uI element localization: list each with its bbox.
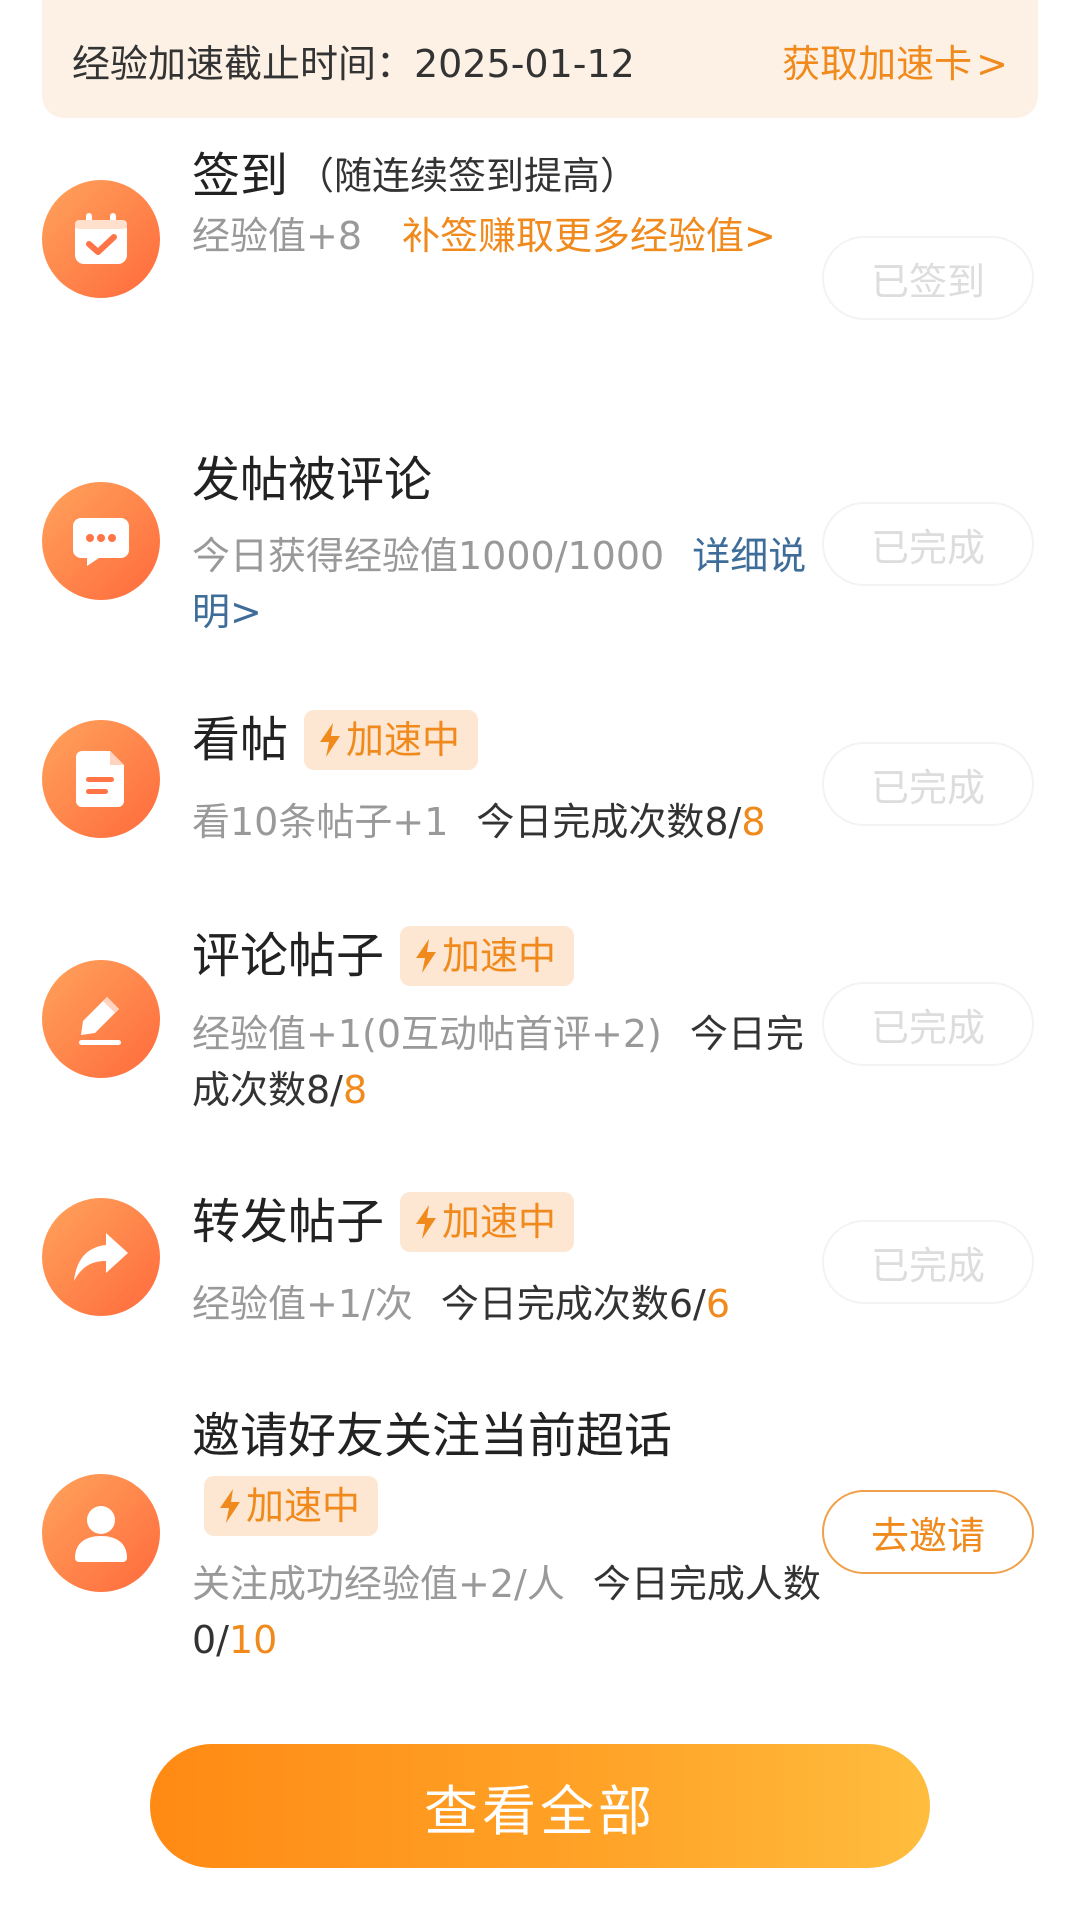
post-commented-done-button[interactable]: 已完成 — [822, 502, 1034, 586]
task-invite-friends-desc: 关注成功经验值+2/人 今日完成人数0/10 — [192, 1556, 822, 1668]
task-comment-posts-desc: 经验值+1(0互动帖首评+2) 今日完成次数8/8 — [192, 1006, 822, 1118]
task-share-posts-value: 经验值+1/次 — [192, 1282, 413, 1326]
boosting-badge-label: 加速中 — [346, 718, 461, 762]
lightning-icon — [320, 723, 341, 757]
task-share-posts-count-total: 6 — [705, 1282, 730, 1326]
boosting-badge: 加速中 — [304, 710, 479, 770]
boosting-badge-label: 加速中 — [442, 934, 557, 978]
boost-deadline-text: 经验加速截止时间：2025-01-12 — [72, 42, 635, 86]
task-invite-friends-badge-row: 加速中 — [190, 1476, 379, 1536]
task-view-posts-title: 看帖 — [192, 712, 289, 768]
share-arrow-icon — [42, 1198, 160, 1316]
task-invite-friends-title-row: 邀请好友关注当前超话 — [192, 1406, 672, 1466]
task-share-posts-desc: 经验值+1/次 今日完成次数6/6 — [192, 1276, 822, 1332]
task-view-posts-value: 看10条帖子+1 — [192, 800, 449, 844]
task-post-commented-title-row: 发帖被评论 — [192, 450, 432, 510]
lightning-icon — [416, 939, 437, 973]
calendar-check-icon — [42, 180, 160, 298]
task-checkin-title-sub: （随连续签到提高） — [296, 154, 639, 198]
boosting-badge: 加速中 — [204, 1476, 379, 1536]
document-icon — [42, 720, 160, 838]
task-view-posts-desc: 看10条帖子+1 今日完成次数8/8 — [192, 794, 822, 850]
task-comment-posts-value: 经验值+1(0互动帖首评+2) — [192, 1012, 662, 1056]
user-icon — [42, 1474, 160, 1592]
pencil-icon — [42, 960, 160, 1078]
task-comment-posts-title: 评论帖子 — [192, 928, 385, 984]
boosting-badge-label: 加速中 — [442, 1200, 557, 1244]
get-boost-card-link[interactable]: 获取加速卡 > — [782, 40, 1008, 88]
share-posts-done-button[interactable]: 已完成 — [822, 1220, 1034, 1304]
get-boost-card-label: 获取加速卡 — [782, 42, 973, 86]
task-comment-posts-count-total: 8 — [342, 1068, 368, 1112]
boosting-badge: 加速中 — [400, 926, 575, 986]
comment-posts-done-button[interactable]: 已完成 — [822, 982, 1034, 1066]
task-post-commented-title: 发帖被评论 — [192, 452, 433, 508]
boosting-badge-label: 加速中 — [246, 1484, 361, 1528]
task-checkin-title: 签到 — [192, 148, 289, 204]
view-all-button[interactable]: 查看全部 — [150, 1744, 930, 1868]
task-post-commented-value: 今日获得经验值1000/1000 — [192, 534, 665, 578]
view-posts-done-button[interactable]: 已完成 — [822, 742, 1034, 826]
task-share-posts-count-label: 今日完成次数6/ — [440, 1282, 706, 1326]
task-view-posts-count-label: 今日完成次数8/ — [476, 800, 742, 844]
task-invite-friends-title: 邀请好友关注当前超话 — [192, 1408, 673, 1464]
task-view-posts-title-row: 看帖 加速中 — [192, 710, 479, 770]
boost-deadline-banner: 经验加速截止时间：2025-01-12 获取加速卡 > — [42, 0, 1038, 118]
task-checkin-value: 经验值+8 — [192, 214, 363, 258]
chevron-right-icon: > — [976, 42, 1008, 86]
invite-button[interactable]: 去邀请 — [822, 1490, 1034, 1574]
task-share-posts-title-row: 转发帖子 加速中 — [192, 1192, 575, 1252]
task-view-posts-count-total: 8 — [741, 800, 766, 844]
task-checkin-desc: 经验值+8 补签赚取更多经验值> — [192, 208, 822, 264]
task-comment-posts-title-row: 评论帖子 加速中 — [192, 926, 575, 986]
checked-in-button[interactable]: 已签到 — [822, 236, 1034, 320]
task-checkin-title-row: 签到 （随连续签到提高） — [192, 146, 638, 206]
makeup-checkin-link[interactable]: 补签赚取更多经验值> — [402, 214, 776, 258]
task-invite-friends-value: 关注成功经验值+2/人 — [192, 1562, 565, 1606]
lightning-icon — [220, 1489, 240, 1523]
lightning-icon — [416, 1205, 437, 1239]
boosting-badge: 加速中 — [400, 1192, 575, 1252]
task-post-commented-desc: 今日获得经验值1000/1000 详细说明> — [192, 528, 822, 640]
task-invite-friends-count-total: 10 — [228, 1618, 278, 1662]
chat-bubble-icon — [42, 482, 160, 600]
task-share-posts-title: 转发帖子 — [192, 1194, 385, 1250]
